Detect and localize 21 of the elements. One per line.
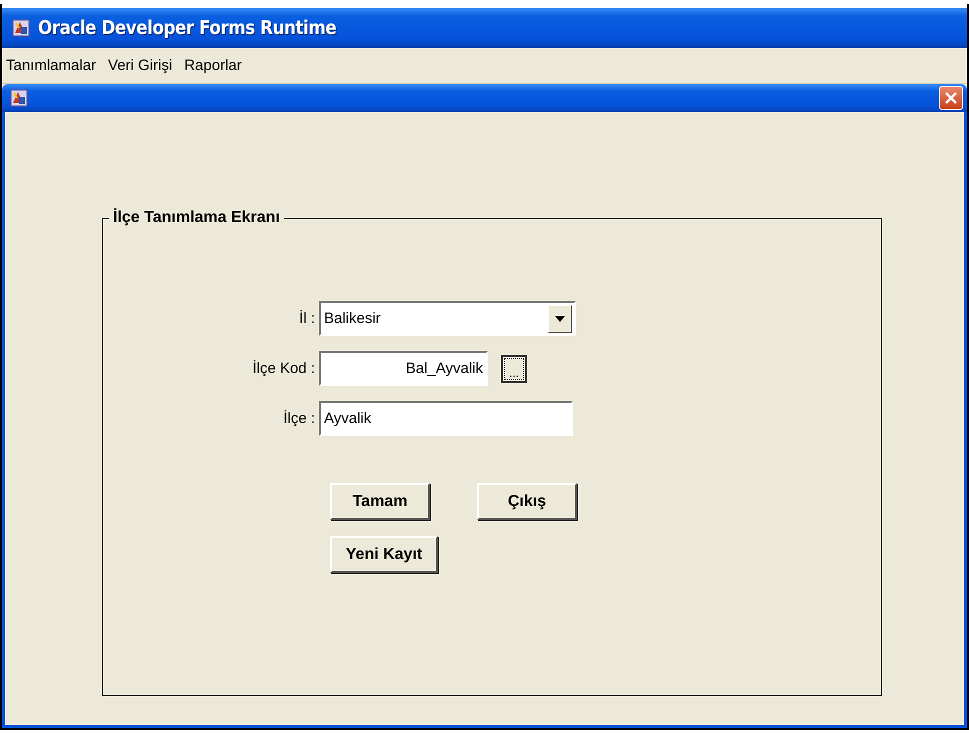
field-label: İl : — [299, 310, 316, 327]
close-icon — [944, 91, 958, 105]
window-title: Oracle Developer Forms Runtime — [38, 17, 336, 39]
input-field[interactable]: Ayvalik — [319, 401, 573, 436]
field-label: İlçe Kod : — [252, 360, 316, 377]
form-icon — [10, 89, 28, 107]
field-label: İlçe : — [283, 410, 316, 427]
app-icon — [12, 19, 30, 37]
input-field[interactable]: Bal_Ayvalik — [319, 351, 488, 386]
form-button[interactable]: Yeni Kayıt — [330, 536, 438, 573]
dropdown-field[interactable]: Balikesir — [319, 301, 576, 336]
form-button[interactable]: Çıkış — [477, 483, 577, 520]
form-button[interactable]: Tamam — [330, 483, 430, 520]
menu-item[interactable]: Veri Girişi — [108, 57, 172, 74]
menu-item[interactable]: Raporlar — [184, 57, 242, 74]
lookup-button[interactable]: ... — [501, 354, 527, 382]
dropdown-arrow-button[interactable] — [548, 304, 572, 332]
menu-item[interactable]: Tanımlamalar — [6, 57, 96, 74]
close-button[interactable] — [939, 86, 963, 110]
group-title: İlçe Tanımlama Ekranı — [112, 209, 281, 227]
caret-icon — [555, 316, 565, 322]
